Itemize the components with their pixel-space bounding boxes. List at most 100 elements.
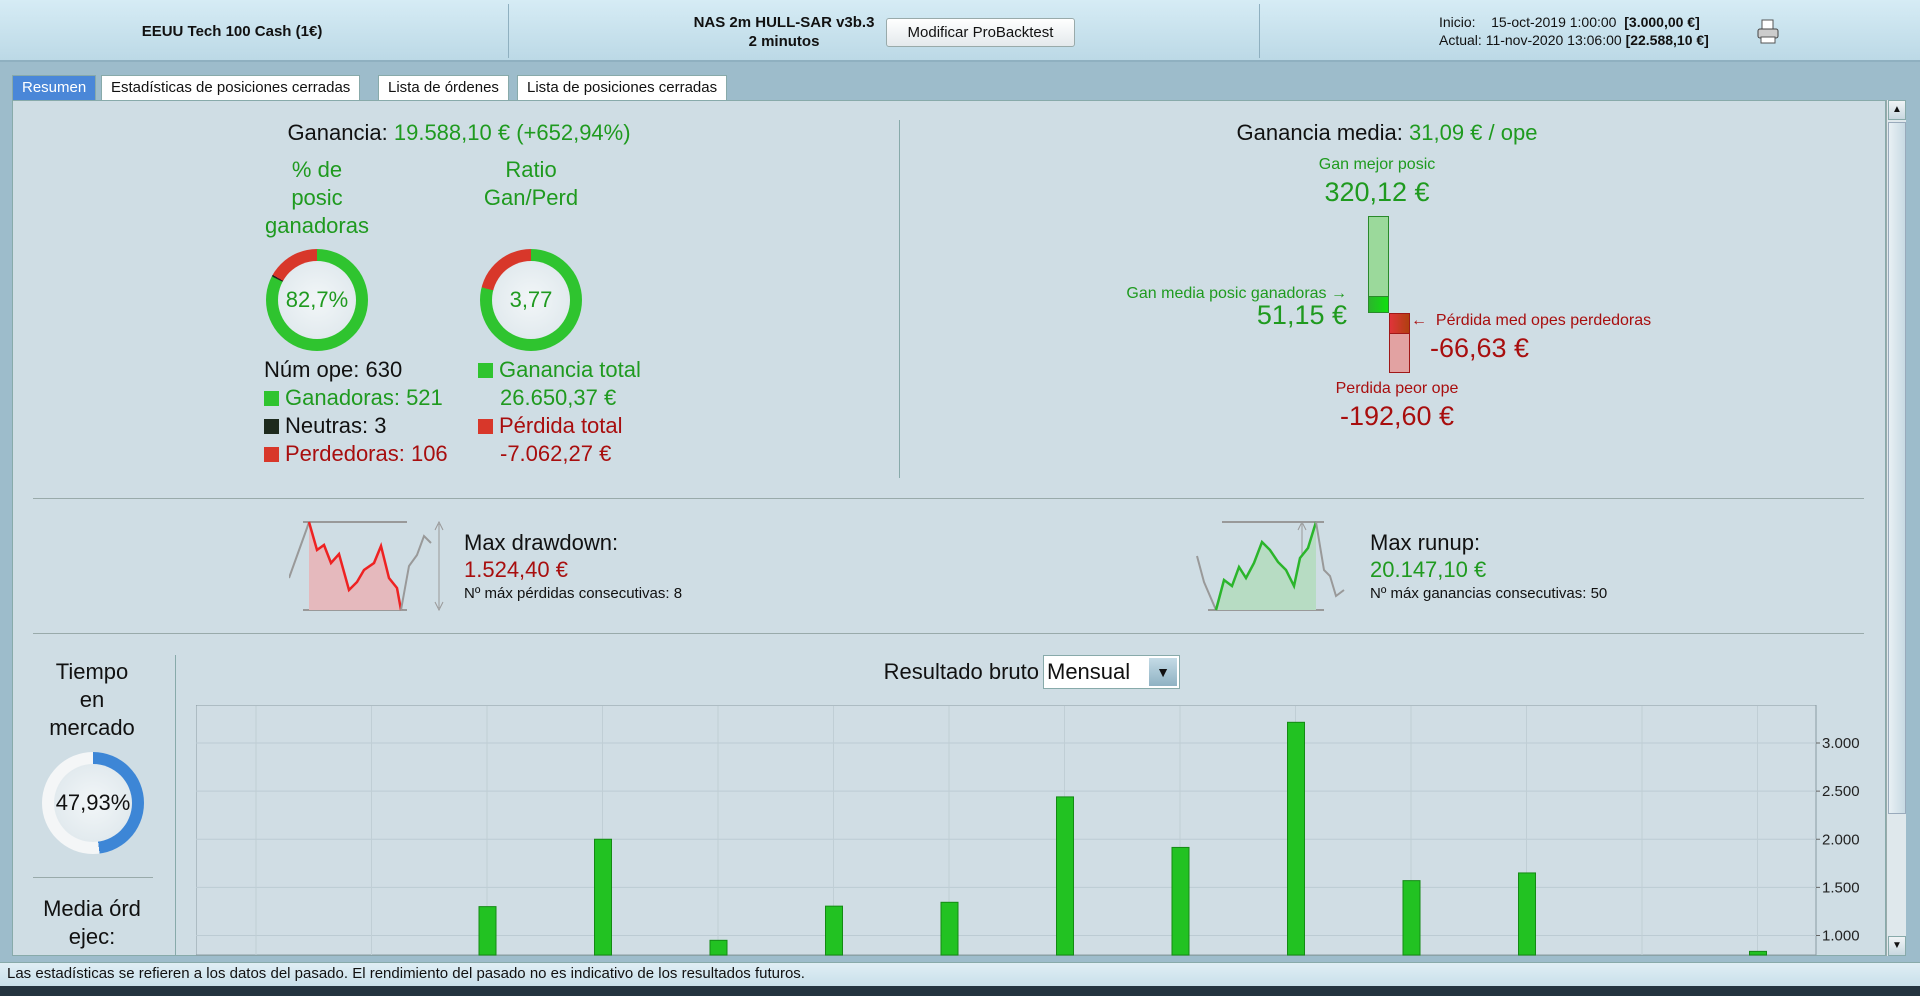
trade-counts: Núm ope: 630 Ganadoras: 521 Neutras: 3 P… <box>264 356 448 468</box>
tab-resumen[interactable]: Resumen <box>12 75 97 100</box>
scroll-down-icon[interactable]: ▼ <box>1888 936 1906 956</box>
divider <box>175 655 176 955</box>
title-line: Tiempo <box>55 659 129 684</box>
bar <box>1518 872 1536 956</box>
max-runup-label: Max runup: <box>1370 530 1481 555</box>
tab-closed-position-stats[interactable]: Estadísticas de posiciones cerradas <box>101 75 361 100</box>
win-pct-value: 82,7% <box>278 261 356 339</box>
divider <box>33 877 153 878</box>
worst-trade-label: Perdida peor ope <box>1335 380 1459 397</box>
avg-value: 31,09 € / ope <box>1409 120 1538 145</box>
divider <box>1259 4 1260 58</box>
start-date: 15-oct-2019 1:00:00 <box>1491 14 1617 30</box>
total-gain-row: Ganancia total <box>478 356 641 384</box>
y-tick-label: 3.000 <box>1822 735 1860 752</box>
start-label: Inicio: <box>1439 14 1476 30</box>
totals: Ganancia total 26.650,37 € Pérdida total… <box>478 356 641 468</box>
timeframe: 2 minutos <box>748 33 820 50</box>
y-tick-label: 2.500 <box>1822 783 1860 800</box>
bar <box>709 939 728 956</box>
num-trades: Núm ope: 630 <box>264 357 403 382</box>
bar <box>940 901 959 956</box>
title-line: Media órd <box>43 896 141 921</box>
divider <box>899 120 900 478</box>
title-line: Gan/Perd <box>483 185 579 210</box>
system-name: NAS 2m HULL-SAR v3b.3 <box>693 14 875 31</box>
max-consecutive-losses: Nº máx pérdidas consecutivas: 8 <box>464 585 683 602</box>
total-gain-label: Ganancia total <box>499 357 641 382</box>
drawdown-sparkline-icon <box>289 520 444 612</box>
black-square-icon <box>264 419 279 434</box>
bar <box>594 838 612 956</box>
avg-orders-title: Media órd ejec: <box>43 895 141 951</box>
start-info: Inicio: 15-oct-2019 1:00:00 [3.000,00 €] <box>1439 14 1700 30</box>
market-time-title: Tiempo en mercado <box>49 658 135 742</box>
bar <box>1749 950 1767 956</box>
monthly-result-chart: 3.000 2.500 2.000 1.500 1.000 <box>196 705 1860 956</box>
red-square-icon <box>478 419 493 434</box>
max-consecutive-gains: Nº máx ganancias consecutivas: 50 <box>1370 585 1608 602</box>
average-gain-heading: Ganancia media: 31,09 € / ope <box>1237 119 1538 147</box>
scroll-up-icon[interactable]: ▲ <box>1888 100 1906 120</box>
title-line: % de <box>291 157 343 182</box>
bar <box>1171 846 1190 956</box>
worst-trade-value: -192,60 € <box>1339 401 1455 431</box>
winners-row: Ganadoras: 521 <box>264 384 448 412</box>
best-trade-value: 320,12 € <box>1324 177 1430 207</box>
max-drawdown-label: Max drawdown: <box>464 530 619 555</box>
market-time-donut: 47,93% <box>42 752 144 854</box>
avg-loss-label: Pérdida med opes perdedoras <box>1435 312 1652 329</box>
avg-label: Ganancia media: <box>1236 120 1403 145</box>
ratio-donut: 3,77 <box>480 249 582 351</box>
max-drawdown-value: 1.524,40 € <box>464 557 568 582</box>
modify-probacktest-button[interactable]: Modificar ProBacktest <box>886 18 1075 47</box>
chart-title: Resultado bruto <box>883 659 1039 684</box>
current-label: Actual: <box>1439 32 1482 48</box>
green-square-icon <box>478 363 493 378</box>
divider <box>508 4 509 58</box>
current-info: Actual: 11-nov-2020 13:06:00 [22.588,10 … <box>1439 32 1709 48</box>
current-capital: [22.588,10 €] <box>1625 32 1709 48</box>
total-loss-row: Pérdida total <box>478 412 641 440</box>
y-tick-label: 1.000 <box>1822 928 1860 945</box>
status-bar: Las estadísticas se refieren a los datos… <box>0 962 1920 986</box>
period-select[interactable]: Mensual ▼ <box>1043 655 1180 689</box>
tab-order-list[interactable]: Lista de órdenes <box>378 75 509 100</box>
gain-label: Ganancia: <box>287 120 388 145</box>
bar <box>478 906 497 956</box>
red-square-icon <box>264 447 279 462</box>
best-trade-label: Gan mejor posic <box>1318 156 1436 173</box>
total-gain-heading: Ganancia: 19.588,10 € (+652,94%) <box>287 119 630 147</box>
bar <box>825 905 843 956</box>
y-tick-label: 1.500 <box>1822 879 1860 896</box>
title-line: ganadoras <box>265 213 369 238</box>
arrow-left-icon: ← <box>1411 312 1427 329</box>
market-time-value: 47,93% <box>54 764 132 842</box>
losers: Perdedoras: 106 <box>285 441 448 466</box>
tab-closed-position-list[interactable]: Lista de posiciones cerradas <box>517 75 728 100</box>
current-date: 11-nov-2020 13:06:00 <box>1485 32 1622 48</box>
neutral-row: Neutras: 3 <box>264 412 448 440</box>
bar <box>1056 796 1074 956</box>
period-select-value: Mensual <box>1047 659 1131 684</box>
header-bar: EEUU Tech 100 Cash (1€) NAS 2m HULL-SAR … <box>0 0 1920 62</box>
bar <box>1402 880 1421 956</box>
losers-row: Perdedoras: 106 <box>264 440 448 468</box>
max-runup-value: 20.147,10 € <box>1370 557 1487 582</box>
avg-loss-label-row: ← Pérdida med opes perdedoras <box>1411 312 1651 330</box>
start-capital: [3.000,00 €] <box>1624 14 1700 30</box>
title-line: Ratio <box>505 157 557 182</box>
win-pct-donut: 82,7% <box>266 249 368 351</box>
printer-icon[interactable] <box>1756 19 1780 45</box>
chevron-down-icon[interactable]: ▼ <box>1149 658 1177 686</box>
scroll-thumb[interactable] <box>1888 122 1906 814</box>
title-line: posic <box>291 185 343 210</box>
avg-loss-bar <box>1389 313 1410 334</box>
title-line: mercado <box>49 715 135 740</box>
ratio-title: Ratio Gan/Perd <box>484 156 578 212</box>
gain-value: 19.588,10 € (+652,94%) <box>393 120 631 145</box>
taskbar-strip <box>0 986 1920 996</box>
runup-sparkline-icon <box>1196 520 1345 612</box>
vertical-scrollbar[interactable]: ▲ ▼ <box>1886 100 1906 956</box>
ratio-value: 3,77 <box>492 261 570 339</box>
